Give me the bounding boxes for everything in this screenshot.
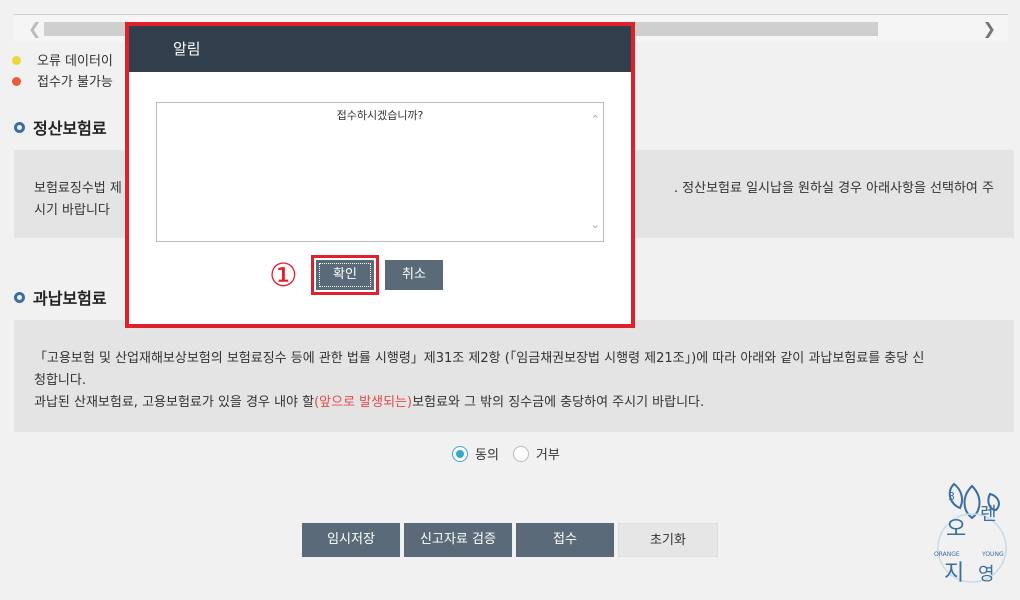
- action-buttons: 임시저장 신고자료 검증 접수 초기화: [302, 523, 718, 557]
- dialog-message-box: 접수하시겠습니까? ⌃ ⌄: [156, 102, 604, 242]
- logo-right-text: YOUNG: [981, 551, 1004, 558]
- refuse-radio[interactable]: [512, 445, 529, 462]
- section-title-settlement: 정산보험료: [14, 115, 107, 139]
- ok-button[interactable]: 확인: [316, 260, 374, 290]
- verify-button[interactable]: 신고자료 검증: [404, 523, 512, 557]
- ok-highlight: 확인: [311, 255, 379, 295]
- scroll-left-icon[interactable]: ❮: [28, 19, 41, 38]
- confirm-dialog: 알림 접수하시겠습니까? ⌃ ⌄ ① 확인 취소: [125, 22, 635, 328]
- refuse-label[interactable]: 거부: [536, 444, 560, 463]
- temp-save-button[interactable]: 임시저장: [302, 523, 400, 557]
- scroll-up-icon[interactable]: ⌃: [591, 113, 600, 126]
- consent-radio-group: 동의 거부: [452, 444, 574, 463]
- step-annotation: ①: [269, 256, 298, 294]
- circle-bullet-icon: [14, 292, 25, 303]
- yellow-dot-icon: [12, 56, 21, 65]
- logo-left-text: ORANGE: [934, 551, 960, 558]
- logo-number: 3: [948, 490, 955, 503]
- logo-char-top: 오: [946, 517, 966, 542]
- dialog-message: 접수하시겠습니까?: [336, 109, 424, 122]
- logo-char-right: 렌: [980, 504, 997, 525]
- circle-bullet-icon: [14, 122, 25, 133]
- cancel-button[interactable]: 취소: [385, 260, 443, 290]
- legend-item-error: 오류 데이터이: [12, 50, 113, 69]
- logo-char-bottom-right: 영: [978, 564, 995, 585]
- agree-label[interactable]: 동의: [475, 444, 499, 463]
- scroll-down-icon[interactable]: ⌄: [591, 218, 600, 231]
- section-title-overpaid: 과납보험료: [14, 285, 107, 309]
- orange-young-logo: 3 오 렌 ORANGE YOUNG 지 영: [934, 482, 1007, 586]
- dialog-buttons: 확인 취소: [311, 255, 443, 295]
- logo-char-bottom-left: 지: [944, 561, 964, 586]
- reset-button[interactable]: 초기화: [618, 523, 718, 557]
- red-dot-icon: [12, 77, 21, 86]
- agree-radio[interactable]: [452, 445, 468, 462]
- overpaid-info-box: 「고용보험 및 산업재해보상보험의 보험료징수 등에 관한 법률 시행령」제31…: [14, 320, 1014, 432]
- legend-item-unavailable: 접수가 불가능: [12, 71, 113, 90]
- submit-button[interactable]: 접수: [516, 523, 614, 557]
- scroll-right-icon[interactable]: ❯: [983, 19, 996, 38]
- dialog-title: 알림: [129, 26, 631, 72]
